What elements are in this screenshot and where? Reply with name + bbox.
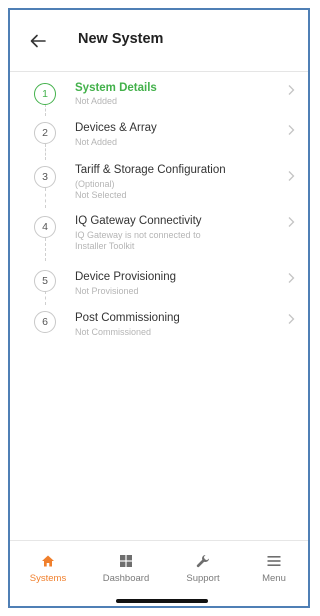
step-number-badge: 3 (34, 166, 56, 188)
step-iq-gateway-connectivity[interactable]: 4 IQ Gateway Connectivity IQ Gateway is … (10, 210, 308, 262)
step-number-badge: 4 (34, 216, 56, 238)
step-number-badge: 2 (34, 122, 56, 144)
step-status: Not Selected (75, 190, 127, 200)
step-system-details[interactable]: 1 System Details Not Added (10, 72, 308, 116)
tab-label: Systems (29, 573, 67, 584)
step-number-badge: 5 (34, 270, 56, 292)
step-status: Not Added (75, 96, 118, 106)
step-device-provisioning[interactable]: 5 Device Provisioning Not Provisioned (10, 262, 308, 306)
house-icon (42, 555, 54, 567)
wrench-icon (196, 555, 209, 568)
step-status: IQ Gateway is not connected to (75, 230, 201, 240)
step-title: Post Commissioning (75, 312, 180, 324)
tab-label: Menu (262, 573, 286, 584)
arrow-left-icon (30, 34, 46, 48)
home-indicator (116, 599, 208, 603)
step-optional-note: (Optional) (75, 179, 115, 189)
tab-label: Dashboard (102, 573, 150, 584)
step-title: IQ Gateway Connectivity (75, 215, 202, 227)
step-number-badge: 6 (34, 311, 56, 333)
tab-support[interactable]: Support (167, 541, 239, 591)
step-title: Devices & Array (75, 122, 157, 134)
step-post-commissioning[interactable]: 6 Post Commissioning Not Commissioned (10, 306, 308, 350)
chevron-right-icon (288, 171, 295, 181)
step-title: Tariff & Storage Configuration (75, 164, 226, 176)
page-title: New System (78, 31, 164, 47)
step-status: Not Commissioned (75, 327, 152, 337)
header: New System (10, 10, 308, 72)
chevron-right-icon (288, 314, 295, 324)
bottom-tab-bar: Systems Dashboard Support Menu (10, 540, 308, 606)
step-tariff-storage[interactable]: 3 Tariff & Storage Configuration (Option… (10, 160, 308, 210)
step-title: Device Provisioning (75, 271, 176, 283)
chevron-right-icon (288, 217, 295, 227)
tab-dashboard[interactable]: Dashboard (90, 541, 162, 591)
chevron-right-icon (288, 125, 295, 135)
step-status: Not Provisioned (75, 286, 139, 296)
tab-label: Support (186, 573, 220, 584)
grid-icon (120, 555, 132, 567)
back-button[interactable] (26, 31, 50, 51)
tab-menu[interactable]: Menu (238, 541, 308, 591)
chevron-right-icon (288, 85, 295, 95)
step-devices-array[interactable]: 2 Devices & Array Not Added (10, 116, 308, 160)
tab-systems[interactable]: Systems (12, 541, 84, 591)
step-status: Not Added (75, 137, 118, 147)
step-status: Installer Toolkit (75, 241, 135, 251)
app-screen: New System 1 System Details Not Added 2 … (8, 8, 310, 608)
chevron-right-icon (288, 273, 295, 283)
step-title: System Details (75, 82, 157, 94)
step-number-badge: 1 (34, 83, 56, 105)
hamburger-icon (267, 556, 281, 566)
